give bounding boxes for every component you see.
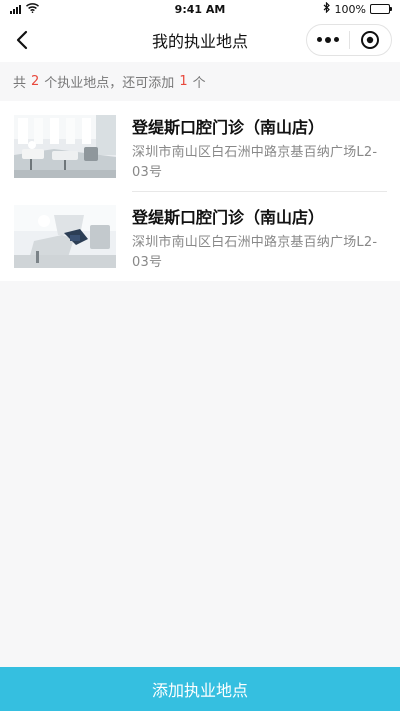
location-item[interactable]: 登缇斯口腔门诊（南山店） 深圳市南山区白石洲中路京基百纳广场L2-03号 (0, 101, 400, 191)
battery-percent: 100% (334, 2, 366, 16)
chevron-left-icon (16, 30, 28, 50)
summary-total-count: 2 (31, 73, 40, 89)
location-info: 登缇斯口腔门诊（南山店） 深圳市南山区白石洲中路京基百纳广场L2-03号 (132, 205, 387, 281)
add-location-button[interactable]: 添加执业地点 (0, 667, 400, 711)
back-button[interactable] (8, 26, 36, 54)
status-right: 100% (323, 1, 392, 16)
summary-middle: 个执业地点，还可添加 (44, 75, 175, 91)
more-dots-icon (316, 37, 339, 43)
page-title: 我的执业地点 (151, 32, 248, 51)
status-left (10, 2, 39, 16)
location-list: 登缇斯口腔门诊（南山店） 深圳市南山区白石洲中路京基百纳广场L2-03号 登缇斯… (0, 101, 400, 281)
cellular-signal-icon (10, 4, 21, 14)
close-miniprogram-button[interactable] (350, 25, 392, 55)
summary-suffix: 个 (192, 75, 206, 91)
more-button[interactable] (307, 25, 349, 55)
clinic-photo (14, 115, 116, 178)
summary-prefix: 共 (13, 75, 27, 91)
miniprogram-capsule (306, 24, 392, 56)
location-summary: 共 2 个执业地点，还可添加 1 个 (0, 62, 400, 100)
clinic-address: 深圳市南山区白石洲中路京基百纳广场L2-03号 (132, 235, 378, 270)
nav-bar: 我的执业地点 (0, 18, 400, 62)
page: 9:41 AM 100% 我的执业地点 共 2 个执业地点，还可添加 1 个 登… (0, 0, 400, 711)
clinic-name: 登缇斯口腔门诊（南山店） (132, 208, 325, 227)
clinic-name: 登缇斯口腔门诊（南山店） (132, 118, 325, 137)
summary-remaining-count: 1 (179, 73, 188, 89)
wifi-icon (26, 2, 39, 16)
battery-icon (370, 4, 392, 14)
target-circle-icon (361, 31, 380, 49)
bluetooth-icon (323, 1, 331, 16)
clinic-photo (14, 205, 116, 268)
clinic-address: 深圳市南山区白石洲中路京基百纳广场L2-03号 (132, 145, 378, 180)
location-info: 登缇斯口腔门诊（南山店） 深圳市南山区白石洲中路京基百纳广场L2-03号 (132, 115, 387, 191)
location-item[interactable]: 登缇斯口腔门诊（南山店） 深圳市南山区白石洲中路京基百纳广场L2-03号 (0, 191, 400, 281)
status-bar: 9:41 AM 100% (0, 0, 400, 18)
